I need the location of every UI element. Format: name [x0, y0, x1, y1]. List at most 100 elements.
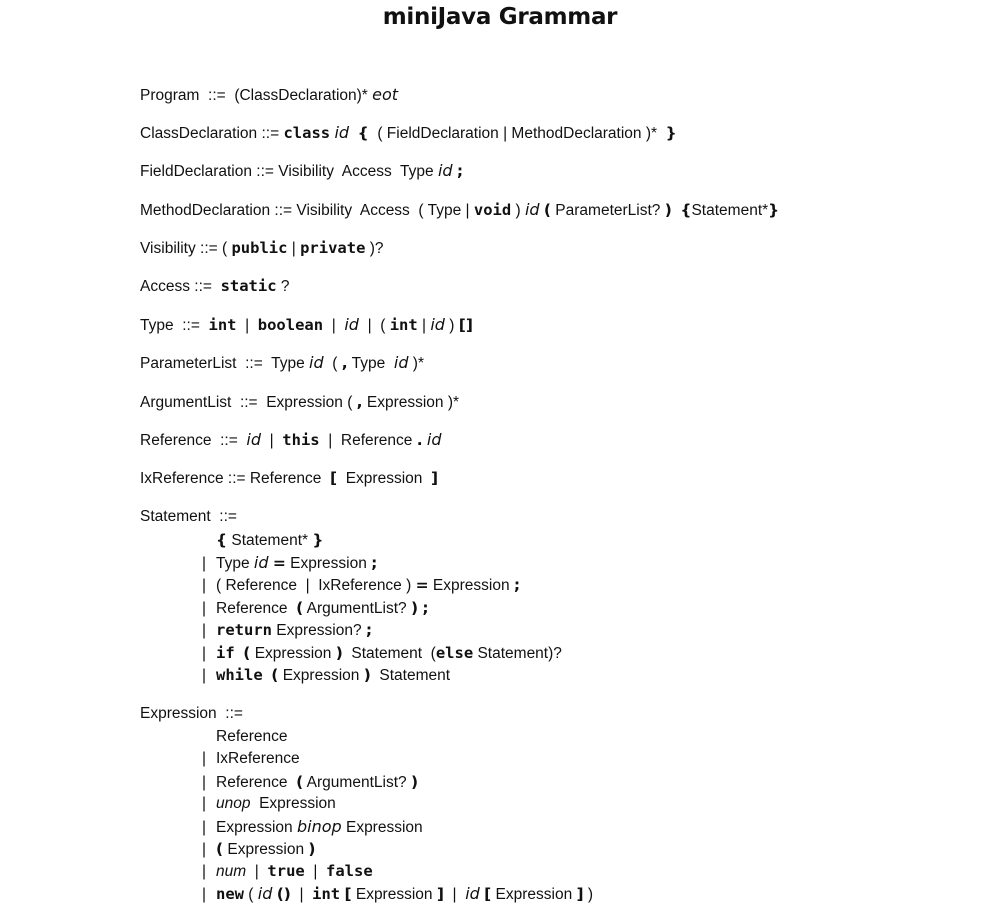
punctuation-token: { [357, 124, 369, 142]
operator-token: | [319, 432, 341, 449]
grammar-rule-argumentlist: ArgumentList ::= Expression ( , Expressi… [140, 391, 459, 414]
nonterminal-token: Type [140, 317, 174, 334]
operator-token [235, 645, 244, 662]
grammar-rule-type: Type ::= int | boolean | id | ( int | id… [140, 314, 473, 337]
nonterminal-token: Statement [370, 667, 451, 684]
alternative-bar: | [202, 667, 207, 684]
statement-alternative: | if ( Expression ) Statement (else State… [202, 642, 562, 665]
punctuation-token: } [312, 531, 324, 549]
keyword-token: class [283, 124, 331, 142]
nonterminal-token: IxReference [140, 470, 224, 487]
nonterminal-token: ) [511, 202, 525, 219]
nonterminal-token: Type [216, 554, 254, 572]
operator-token: ? [276, 278, 290, 295]
nonterminal-token: MethodDeclaration [140, 202, 271, 219]
operator-token: ::= ( [195, 240, 232, 257]
statement-alternative: | ( Reference | IxReference ) = Expressio… [202, 574, 520, 597]
nonterminal-token: Expression [250, 795, 336, 813]
operator-token: | [287, 240, 301, 257]
identifier-token: binop [296, 816, 342, 836]
punctuation-token: ) [308, 840, 316, 858]
nonterminal-token: Access [140, 278, 190, 295]
identifier-token: id [430, 315, 445, 334]
operator-token: ::= [231, 394, 267, 411]
grammar-rule-classdeclaration: ClassDeclaration ::= class id { ( FieldD… [140, 122, 677, 145]
nonterminal-token: (ClassDeclaration)* [234, 87, 373, 104]
keyword-token: void [473, 201, 512, 219]
keyword-token: this [282, 431, 320, 449]
nonterminal-token: Reference [340, 432, 417, 449]
operator-token: ::= [211, 432, 247, 449]
nonterminal-token: Type [271, 355, 310, 372]
nonterminal-token: Expression [140, 705, 217, 722]
punctuation-token: = [272, 553, 286, 572]
identifier-token: id [334, 123, 350, 142]
identifier-token: num [216, 863, 247, 881]
operator-token: ( [323, 355, 342, 372]
nonterminal-token: ( FieldDeclaration | MethodDeclaration )… [368, 125, 666, 142]
operator-token: | [304, 863, 327, 881]
expression-alternative: | Expression binop Expression [202, 816, 423, 839]
keyword-token: return [216, 621, 272, 639]
alternative-bar: | [202, 773, 207, 791]
keyword-token: boolean [257, 316, 324, 334]
identifier-token: id [437, 161, 453, 180]
alternative-bar: | [202, 577, 207, 594]
nonterminal-token: Expression [216, 818, 297, 836]
nonterminal-token: ClassDeclaration [140, 125, 258, 142]
punctuation-token: } [768, 201, 780, 219]
nonterminal-token: ParameterList [140, 355, 237, 372]
nonterminal-token: Reference [216, 773, 297, 791]
operator-token: ::= [236, 355, 272, 372]
operator-token: | [261, 432, 283, 449]
nonterminal-token: Statement* [691, 202, 769, 219]
nonterminal-token: Statement ( [342, 644, 436, 662]
grammar-rule-fielddeclaration: FieldDeclaration ::= Visibility Access T… [140, 160, 463, 183]
alternative-bar: | [202, 750, 207, 768]
punctuation-token: [ [344, 884, 352, 903]
expression-alternative: Reference [202, 726, 288, 748]
nonterminal-token: Statement)? [473, 644, 562, 662]
keyword-token: false [326, 862, 373, 881]
grammar-rule-methoddeclaration: MethodDeclaration ::= Visibility Access … [140, 199, 779, 222]
identifier-token: id [257, 883, 273, 903]
statement-alternative: | while ( Expression ) Statement [202, 664, 450, 687]
keyword-token: true [267, 862, 305, 881]
nonterminal-token: Expression [428, 577, 514, 594]
nonterminal-token: ArgumentList? [303, 773, 411, 791]
punctuation-token: { [680, 201, 692, 219]
operator-token: ::= [216, 705, 243, 722]
operator-token: ) [583, 885, 594, 903]
operator-token: ::= [252, 163, 279, 180]
alternative-bar: | [202, 818, 207, 836]
nonterminal-token: Type [347, 355, 394, 372]
nonterminal-token: FieldDeclaration [140, 163, 252, 180]
operator-token: ( [244, 885, 258, 903]
punctuation-token: ; [422, 598, 429, 617]
nonterminal-token: Expression [341, 818, 423, 836]
operator-token: ::= [257, 125, 284, 142]
keyword-token: new [216, 884, 244, 903]
nonterminal-token: ParameterList? [550, 202, 665, 219]
statement-alternative: | Type id = Expression ; [202, 552, 377, 575]
nonterminal-token: ArgumentList? [303, 599, 411, 617]
punctuation-token: ) [363, 666, 371, 684]
grammar-rule-statement: Statement ::= [140, 506, 237, 528]
nonterminal-token: Expression? [272, 622, 366, 639]
punctuation-token: ) [410, 772, 419, 791]
identifier-token: id [426, 430, 442, 449]
statement-alternative: { Statement* } [202, 529, 323, 552]
operator-token: | [236, 317, 258, 334]
identifier-token: id [524, 200, 540, 219]
operator-token: )? [365, 240, 384, 257]
nonterminal-token: Statement [140, 508, 211, 525]
punctuation-token: ; [371, 553, 378, 572]
alternative-bar: | [202, 554, 207, 572]
nonterminal-token: Reference [140, 432, 212, 449]
punctuation-token: ; [513, 576, 521, 594]
punctuation-token: ) [335, 643, 343, 662]
operator-token: )* [408, 355, 424, 372]
nonterminal-token: Expression [278, 667, 364, 684]
nonterminal-token: Expression ( [266, 394, 357, 411]
expression-alternative: | IxReference [202, 748, 300, 770]
